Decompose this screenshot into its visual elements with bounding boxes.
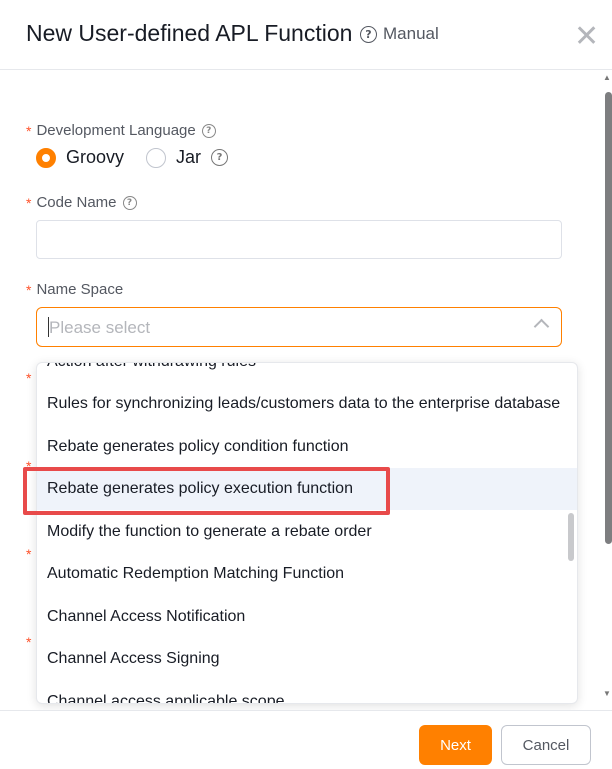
- code-name-label: * Code Name ?: [26, 194, 137, 211]
- next-button[interactable]: Next: [419, 725, 492, 765]
- dev-language-radio-group: Groovy Jar ?: [36, 147, 229, 168]
- name-space-dropdown: Action after withdrawing rules Rules for…: [36, 362, 578, 704]
- dropdown-option[interactable]: Channel access applicable scope: [37, 681, 577, 703]
- required-asterisk: *: [26, 194, 32, 211]
- required-asterisk: *: [26, 281, 32, 298]
- radio-groovy-label[interactable]: Groovy: [66, 147, 124, 168]
- dialog-title: New User-defined APL Function: [26, 20, 353, 46]
- dropdown-option[interactable]: Rebate generates policy condition functi…: [37, 426, 577, 468]
- dev-language-label-text: Development Language: [36, 122, 196, 139]
- dropdown-option[interactable]: Automatic Redemption Matching Function: [37, 553, 577, 595]
- dropdown-option[interactable]: Action after withdrawing rules: [37, 363, 577, 383]
- name-space-label: * Name Space: [26, 281, 123, 298]
- dropdown-option[interactable]: Channel Access Signing: [37, 638, 577, 680]
- required-asterisk: *: [26, 634, 32, 650]
- required-asterisk: *: [26, 370, 32, 386]
- dialog-scrollbar-thumb[interactable]: [605, 92, 612, 544]
- help-icon[interactable]: ?: [211, 149, 229, 166]
- dialog-header: New User-defined APL Function ? Manual ✕: [0, 0, 612, 70]
- required-asterisk: *: [26, 546, 32, 562]
- help-icon: ?: [360, 25, 377, 43]
- radio-jar-label[interactable]: Jar: [176, 147, 201, 168]
- help-icon[interactable]: ?: [122, 195, 137, 210]
- code-name-input[interactable]: [36, 220, 562, 259]
- manual-label: Manual: [383, 24, 439, 43]
- dropdown-scrollbar-thumb[interactable]: [568, 513, 574, 561]
- scroll-down-arrow-icon[interactable]: ▼: [603, 689, 611, 698]
- scroll-up-arrow-icon[interactable]: ▲: [603, 73, 611, 82]
- name-space-label-text: Name Space: [36, 281, 124, 298]
- code-name-label-text: Code Name: [36, 194, 117, 211]
- close-icon[interactable]: ✕: [574, 22, 599, 52]
- required-asterisk: *: [26, 122, 32, 139]
- radio-groovy[interactable]: [36, 147, 56, 168]
- dropdown-option[interactable]: Rules for synchronizing leads/customers …: [37, 383, 577, 425]
- manual-link[interactable]: ? Manual: [360, 24, 439, 44]
- chevron-up-icon[interactable]: [533, 318, 550, 335]
- highlight-annotation-box: [23, 467, 390, 515]
- radio-jar[interactable]: [146, 147, 167, 168]
- dropdown-option[interactable]: Channel Access Notification: [37, 596, 577, 638]
- name-space-placeholder: Please select: [49, 318, 151, 337]
- cancel-button[interactable]: Cancel: [501, 725, 591, 765]
- help-icon[interactable]: ?: [201, 123, 216, 138]
- dropdown-option[interactable]: Modify the function to generate a rebate…: [37, 511, 577, 553]
- name-space-select[interactable]: Please select: [36, 307, 562, 347]
- dev-language-label: * Development Language ?: [26, 122, 216, 139]
